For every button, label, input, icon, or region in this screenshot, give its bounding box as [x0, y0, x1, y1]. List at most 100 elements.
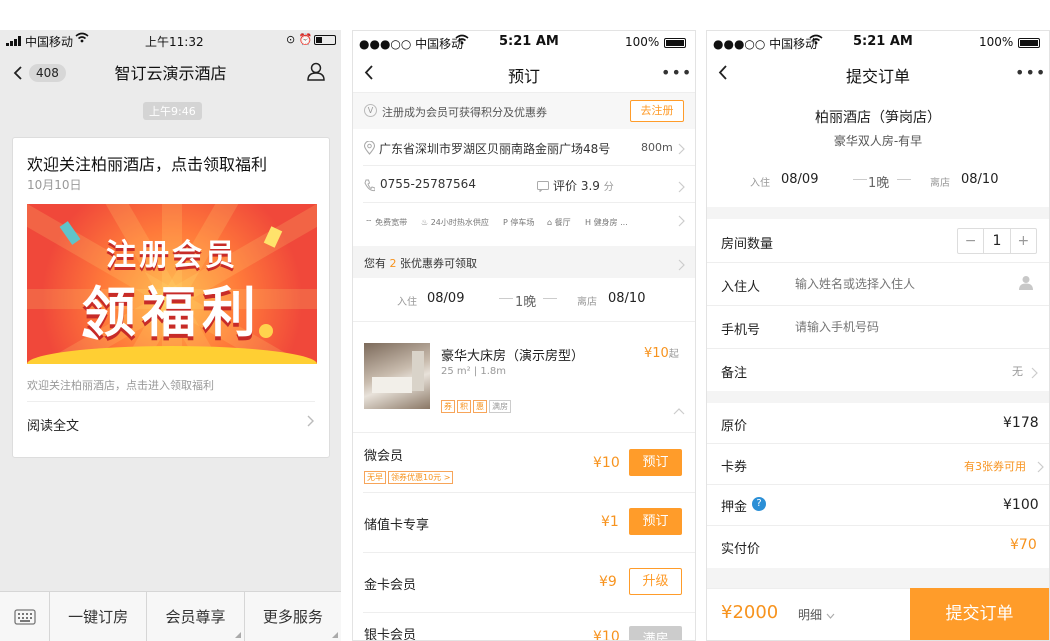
chevron-right-icon: [306, 413, 315, 432]
section-gap: [707, 207, 1049, 219]
gym-facility: H 健身房 ...: [585, 218, 628, 227]
status-bar: ●●●○○ 中国移动 5:21 AM 100%: [707, 31, 1049, 53]
full-button: 满房: [629, 626, 682, 640]
coupon-label: 卡券: [721, 460, 748, 475]
remark-row[interactable]: 备注 无: [707, 349, 1049, 391]
section-gap: [707, 391, 1049, 403]
room-info: 25 m² | 1.8m: [441, 366, 507, 377]
checkout-label: 离店: [930, 178, 950, 189]
quantity-value: 1: [992, 233, 1002, 249]
checkin-label: 入住: [397, 297, 417, 308]
book-button[interactable]: 预订: [629, 449, 682, 476]
upgrade-button[interactable]: 升级: [629, 568, 682, 595]
menu-item-quick-book[interactable]: 一键订房: [50, 592, 148, 641]
checkout-label: 离店: [577, 297, 597, 308]
rating-row[interactable]: 评价 3.9 分: [553, 177, 614, 194]
wechat-nav-bar: 408 智订云演示酒店: [0, 52, 341, 94]
chevron-right-icon: [1031, 364, 1038, 383]
battery-percent: 100%: [979, 35, 1014, 49]
total-price: ¥2000: [721, 602, 779, 623]
divider: [897, 179, 911, 180]
more-icon[interactable]: •••: [1015, 63, 1046, 82]
chevron-right-icon: [1037, 458, 1044, 477]
rate-tags: 无早 领券优惠10元 >: [364, 465, 455, 484]
book-button[interactable]: 预订: [629, 508, 682, 535]
checkin-label: 入住: [750, 178, 770, 189]
phone-icon: [364, 177, 376, 196]
phone-input[interactable]: [795, 314, 1015, 340]
location-pin-icon: [363, 140, 376, 159]
phone-label: 手机号: [721, 323, 761, 338]
hotel-phone[interactable]: 0755-25787564: [380, 177, 476, 191]
contact-icon[interactable]: [1019, 275, 1033, 294]
stay-dates: 入住 08/09 1晚 离店 08/10: [707, 169, 1049, 199]
guest-name-input[interactable]: [795, 271, 995, 297]
keyboard-toggle[interactable]: [0, 592, 50, 641]
checkout-date: 08/10: [608, 291, 646, 306]
chevron-right-icon: [678, 178, 685, 197]
divider: [543, 298, 557, 299]
article-banner: 注册会员 领福利: [27, 204, 317, 364]
nav-bar: 提交订单 •••: [707, 53, 1049, 93]
deposit-value: ¥100: [1003, 497, 1039, 513]
room-price: ¥10起: [644, 346, 679, 361]
banner-main-text: 领福利: [82, 281, 262, 344]
plus-button[interactable]: +: [1009, 229, 1036, 253]
date-selector[interactable]: 入住 08/09 1晚 离店 08/10: [353, 278, 695, 320]
article-card[interactable]: 欢迎关注柏丽酒店，点击领取福利 10月10日 注册会员 领福利 欢迎关注柏丽酒店…: [12, 137, 330, 458]
wechat-menu-bar: 一键订房 会员尊享 更多服务: [0, 591, 341, 641]
room-tags: 券积惠满房: [441, 394, 513, 413]
room-count-row: 房间数量 − 1 +: [707, 219, 1049, 262]
wifi-facility: ⌔ 免费宽带: [365, 218, 408, 227]
chevron-up-icon[interactable]: [673, 400, 685, 419]
detail-toggle[interactable]: 明细: [798, 606, 835, 623]
room-quantity-stepper: − 1 +: [957, 228, 1037, 254]
wifi-icon: [455, 34, 469, 48]
paid-price-row: 实付价 ¥70: [707, 526, 1049, 566]
rate-name: 储值卡专享: [364, 518, 430, 533]
carrier: 中国移动: [25, 35, 74, 49]
coupon-row[interactable]: 卡券 有3张券可用: [707, 444, 1049, 484]
phone-row: 手机号: [707, 306, 1049, 348]
checkin-date: 08/09: [427, 291, 465, 306]
read-more-link[interactable]: 阅读全文: [27, 415, 79, 434]
original-price-label: 原价: [721, 419, 748, 434]
status-bar: ●●●○○ 中国移动 5:21 AM 100%: [353, 31, 695, 53]
battery-icon: [314, 32, 336, 46]
keyboard-icon: [13, 608, 36, 625]
distance: 800m: [641, 141, 673, 154]
facilities-row[interactable]: ⌔ 免费宽带 ♨ 24小时热水供应 P 停车场 ⌂ 餐厅 H 健身房 ...: [353, 203, 695, 239]
coupon-text: 您有 2 张优惠券可领取: [364, 257, 477, 270]
hotel-address: 广东省深圳市罗湖区贝丽南路金丽广场48号: [379, 142, 611, 156]
battery-icon: [664, 35, 686, 49]
more-icon[interactable]: •••: [661, 63, 692, 82]
divider: [853, 179, 867, 180]
menu-item-member[interactable]: 会员尊享: [147, 592, 245, 641]
guest-row: 入住人: [707, 263, 1049, 305]
chevron-right-icon: [678, 215, 685, 229]
person-icon[interactable]: [306, 61, 326, 85]
booking-screen: ●●●○○ 中国移动 5:21 AM 100% 预订 ••• V 注册成为会员可…: [352, 30, 696, 641]
room-count-label: 房间数量: [721, 237, 774, 252]
minus-button[interactable]: −: [958, 229, 985, 253]
member-promo-bar: V 注册成为会员可获得积分及优惠券 去注册: [353, 93, 695, 129]
divider: [499, 298, 513, 299]
coupon-value: 有3张券可用: [964, 460, 1026, 473]
rate-price: ¥9: [599, 574, 617, 590]
register-button[interactable]: 去注册: [630, 100, 684, 122]
rate-row-wechat-member: 微会员 无早 领券优惠10元 > ¥10 预订: [353, 433, 695, 492]
coupon-bar[interactable]: 您有 2 张优惠券可领取: [353, 246, 695, 278]
address-row[interactable]: 广东省深圳市罗湖区贝丽南路金丽广场48号 800m: [353, 129, 695, 165]
help-icon[interactable]: ?: [752, 497, 766, 511]
rate-price: ¥10: [593, 629, 620, 641]
room-card[interactable]: 豪华大床房（演示房型） ¥10起 25 m² | 1.8m 券积惠满房: [353, 322, 695, 432]
clock: 5:21 AM: [499, 34, 559, 49]
wifi-icon: [809, 34, 823, 48]
rate-name: 金卡会员: [364, 578, 417, 593]
clock: 5:21 AM: [853, 34, 913, 49]
parking-facility: P 停车场: [503, 218, 535, 227]
wechat-screen: 中国移动 上午11:32 ⊙ ⏰ 408 智订云演示酒店 上午9:46 欢迎关注…: [0, 30, 341, 641]
submit-order-button[interactable]: 提交订单: [910, 588, 1049, 640]
menu-item-more-services[interactable]: 更多服务: [245, 592, 341, 641]
alarm-icon: ⊙ ⏰: [286, 33, 313, 46]
